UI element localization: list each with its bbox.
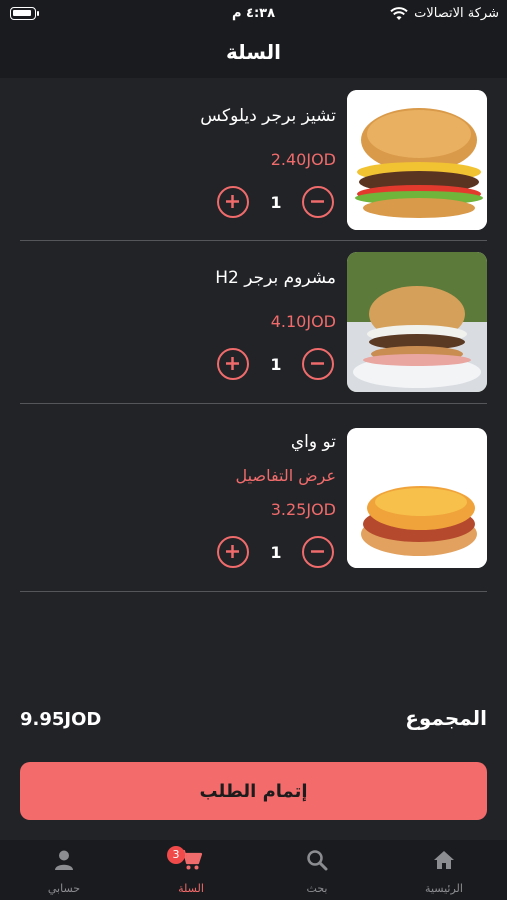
- total-label: المجموع: [405, 706, 487, 730]
- quantity-value: 1: [270, 355, 282, 374]
- nav-item-home[interactable]: الرئيسية: [394, 840, 494, 900]
- item-name: مشروم برجر H2: [215, 268, 336, 288]
- view-details-link[interactable]: عرض التفاصيل: [236, 466, 336, 485]
- increase-quantity-button[interactable]: [217, 186, 249, 218]
- search-icon: [307, 850, 328, 871]
- decrease-quantity-button[interactable]: [302, 348, 334, 380]
- total-value: 9.95JOD: [20, 709, 102, 730]
- bottom-nav: الرئيسية بحث 3 السلة حسابي: [0, 840, 507, 900]
- wifi-icon: [390, 6, 408, 20]
- nav-label: بحث: [306, 882, 328, 895]
- decrease-quantity-button[interactable]: [302, 536, 334, 568]
- minus-icon: [311, 362, 324, 365]
- quantity-value: 1: [270, 543, 282, 562]
- page-title: السلة: [225, 40, 281, 64]
- plus-icon: [226, 357, 239, 370]
- status-carrier: شركة الاتصالات: [390, 6, 499, 21]
- nav-item-account[interactable]: حسابي: [14, 840, 114, 900]
- item-divider: [20, 240, 487, 241]
- nav-label: حسابي: [47, 882, 81, 895]
- increase-quantity-button[interactable]: [217, 536, 249, 568]
- cart-item: مشروم برجر H2 4.10JOD 1: [20, 252, 487, 392]
- item-name: تشيز برجر ديلوكس: [200, 106, 336, 126]
- mushroom-burger-image[interactable]: [347, 252, 487, 392]
- nav-label: الرئيسية: [425, 882, 463, 895]
- nav-item-cart[interactable]: 3 السلة: [141, 840, 241, 900]
- nav-item-search[interactable]: بحث: [267, 840, 367, 900]
- minus-icon: [311, 550, 324, 553]
- item-divider: [20, 591, 487, 592]
- app-header: السلة: [0, 30, 507, 78]
- status-bar: ٤:٣٨ م شركة الاتصالات: [0, 0, 507, 30]
- checkout-button[interactable]: إتمام الطلب: [20, 762, 487, 820]
- decrease-quantity-button[interactable]: [302, 186, 334, 218]
- cheeseburger-image[interactable]: [347, 90, 487, 230]
- cart-item: تو واي عرض التفاصيل 3.25JOD 1: [20, 428, 487, 568]
- hot-dog-image[interactable]: [347, 428, 487, 568]
- cart-item: تشيز برجر ديلوكس 2.40JOD 1: [20, 90, 487, 230]
- nav-label: السلة: [178, 882, 204, 895]
- plus-icon: [226, 195, 239, 208]
- home-icon: [434, 851, 454, 869]
- item-price: 3.25JOD: [270, 500, 336, 519]
- cart-count-badge: 3: [167, 846, 185, 864]
- account-icon: [55, 850, 73, 870]
- quantity-value: 1: [270, 193, 282, 212]
- item-divider: [20, 403, 487, 404]
- minus-icon: [311, 200, 324, 203]
- item-price: 2.40JOD: [270, 150, 336, 169]
- item-price: 4.10JOD: [270, 312, 336, 331]
- item-name: تو واي: [290, 432, 336, 452]
- plus-icon: [226, 545, 239, 558]
- carrier-name: شركة الاتصالات: [414, 6, 499, 21]
- increase-quantity-button[interactable]: [217, 348, 249, 380]
